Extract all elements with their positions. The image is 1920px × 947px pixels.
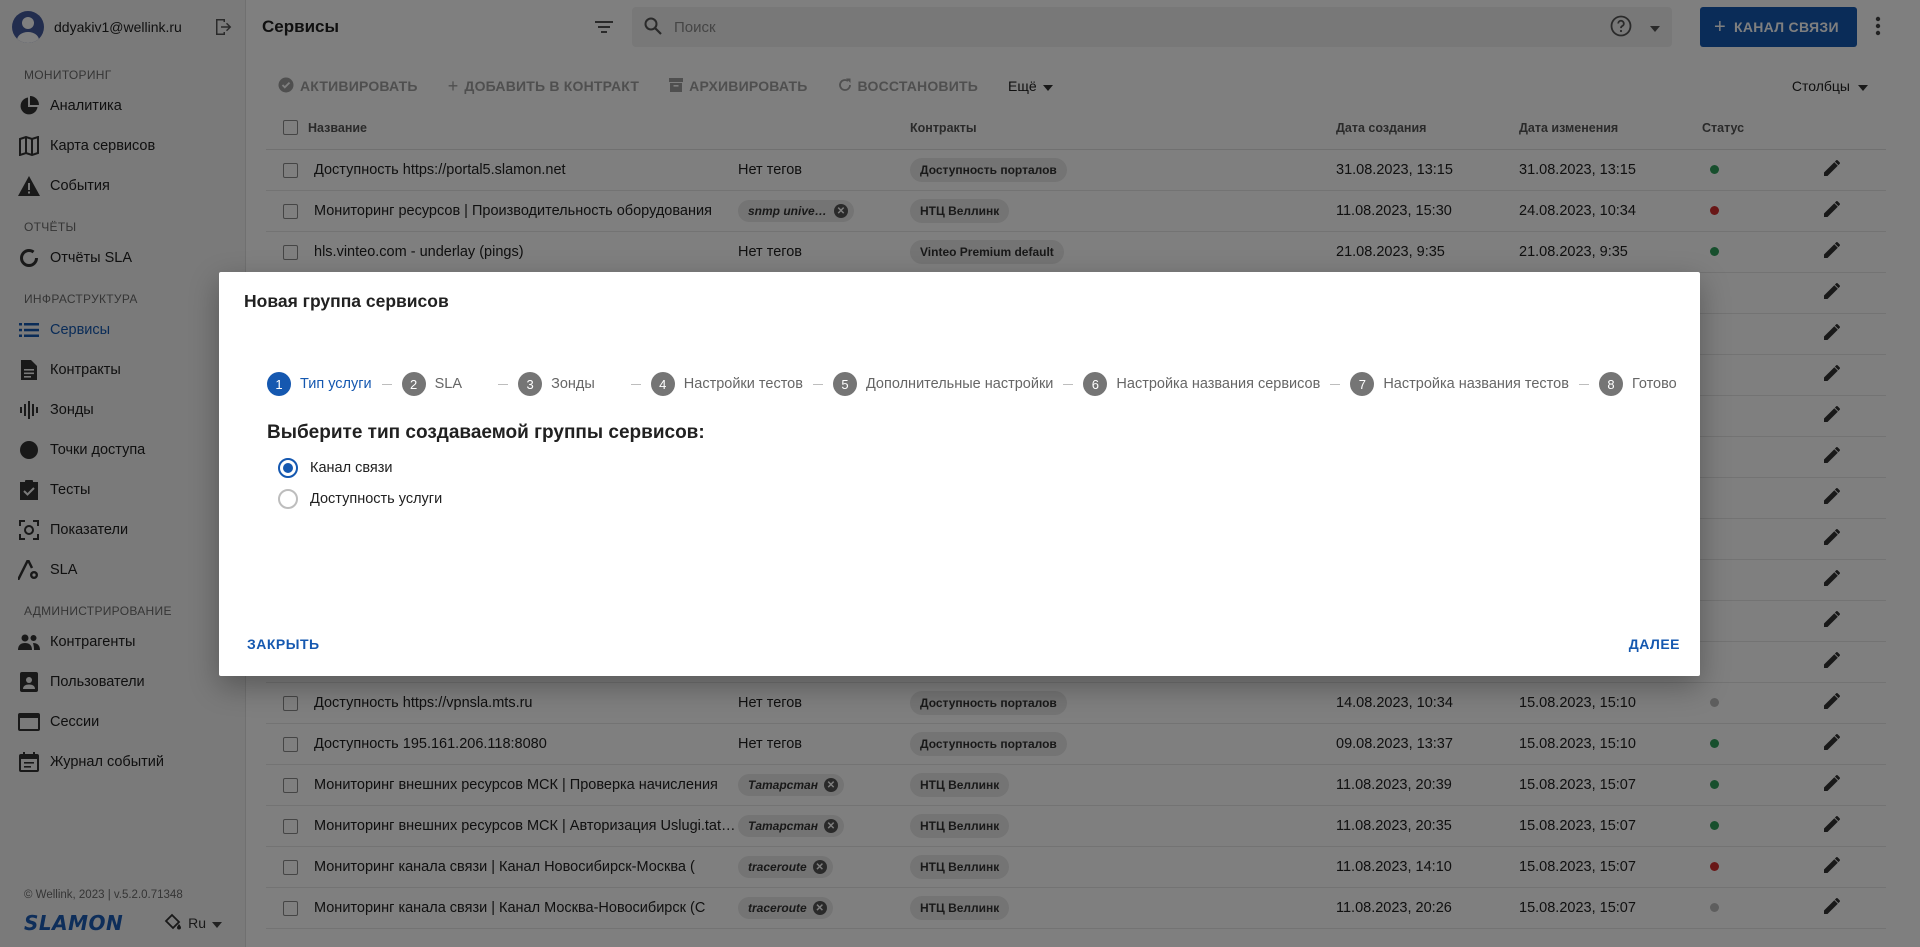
step-number: 8 xyxy=(1598,372,1623,396)
step-number: 2 xyxy=(401,372,426,396)
dialog-title: Новая группа сервисов xyxy=(244,291,449,311)
step-label: Готово xyxy=(1631,376,1677,392)
step-separator xyxy=(812,383,823,385)
step-label: Настройка названия сервисов xyxy=(1116,376,1321,392)
step-label: Зонды xyxy=(551,376,595,392)
step-separator xyxy=(1578,383,1589,385)
wizard-step-3: 3 Зонды xyxy=(518,372,595,396)
wizard-stepper: 1 Тип услуги 2 SLA 3 Зонды 4 Настройки тестов 5 Д… xyxy=(267,372,1677,396)
new-service-group-dialog: Новая группа сервисов 1 Тип услуги 2 SLA 3 Зо… xyxy=(219,272,1700,676)
step-number: 4 xyxy=(650,372,675,396)
step-label: Настройка названия тестов xyxy=(1383,376,1569,392)
option-channel[interactable]: Канал связи xyxy=(278,458,392,478)
step-number: 3 xyxy=(518,372,543,396)
step-number: 1 xyxy=(267,372,291,396)
radio-service-availability[interactable] xyxy=(278,489,298,509)
step-label: Тип услуги xyxy=(300,376,372,392)
option-service-availability[interactable]: Доступность услуги xyxy=(278,489,442,509)
wizard-step-8: 8 Готово xyxy=(1598,372,1677,396)
wizard-step-7: 7 Настройка названия тестов xyxy=(1350,372,1569,396)
step-label: Настройки тестов xyxy=(683,376,803,392)
wizard-step-4: 4 Настройки тестов xyxy=(650,372,803,396)
wizard-step-5: 5 Дополнительные настройки xyxy=(832,372,1054,396)
step-number: 6 xyxy=(1083,372,1108,396)
step-separator xyxy=(381,383,392,385)
wizard-step-2: 2 SLA xyxy=(401,372,463,396)
step-separator xyxy=(1330,383,1341,385)
radio-channel[interactable] xyxy=(278,458,298,478)
step-number: 5 xyxy=(832,372,857,396)
option-channel-label: Канал связи xyxy=(310,460,393,476)
step-number: 7 xyxy=(1350,372,1375,396)
step-separator xyxy=(1063,383,1074,385)
service-type-question: Выберите тип создаваемой группы сервисов… xyxy=(267,422,705,443)
next-button[interactable]: ДАЛЕЕ xyxy=(1629,636,1680,652)
wizard-step-6: 6 Настройка названия сервисов xyxy=(1083,372,1320,396)
step-separator xyxy=(630,383,641,385)
wizard-step-1: 1 Тип услуги xyxy=(267,372,372,396)
option-service-availability-label: Доступность услуги xyxy=(310,491,443,507)
step-separator xyxy=(498,383,509,385)
step-label: SLA xyxy=(434,376,463,392)
close-button[interactable]: ЗАКРЫТЬ xyxy=(247,636,320,652)
step-label: Дополнительные настройки xyxy=(865,376,1054,392)
